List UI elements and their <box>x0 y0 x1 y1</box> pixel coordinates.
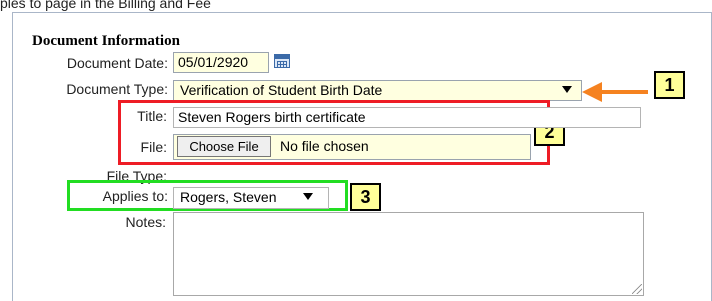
calendar-icon[interactable] <box>274 54 290 68</box>
title-input[interactable]: Steven Rogers birth certificate <box>173 107 641 128</box>
file-label: File: <box>140 139 167 155</box>
title-label: Title: <box>137 108 167 124</box>
frame-border-left <box>12 12 13 301</box>
choose-file-button[interactable]: Choose File <box>177 136 271 157</box>
section-title: Document Information <box>32 33 180 49</box>
notes-textarea[interactable] <box>173 212 644 296</box>
document-type-label: Document Type: <box>66 81 168 97</box>
top-caption: ples to page in the Billing and Fee <box>0 0 211 11</box>
callout-number-3: 3 <box>350 183 381 211</box>
resize-grip-icon[interactable] <box>632 284 642 294</box>
document-date-label: Document Date: <box>66 55 168 71</box>
applies-to-label: Applies to: <box>102 188 168 204</box>
frame-border-top <box>12 12 712 13</box>
document-date-input[interactable]: 05/01/2920 <box>173 52 269 73</box>
arrow-left-icon <box>582 82 648 102</box>
notes-label: Notes: <box>125 214 166 230</box>
file-status: No file chosen <box>280 138 369 154</box>
chevron-down-icon[interactable] <box>303 193 313 201</box>
document-type-value: Verification of Student Birth Date <box>180 82 383 98</box>
applies-to-value: Rogers, Steven <box>180 189 277 205</box>
document-type-select[interactable]: Verification of Student Birth Date <box>173 80 582 101</box>
callout-number-1: 1 <box>654 71 685 99</box>
chevron-down-icon[interactable] <box>562 86 572 94</box>
